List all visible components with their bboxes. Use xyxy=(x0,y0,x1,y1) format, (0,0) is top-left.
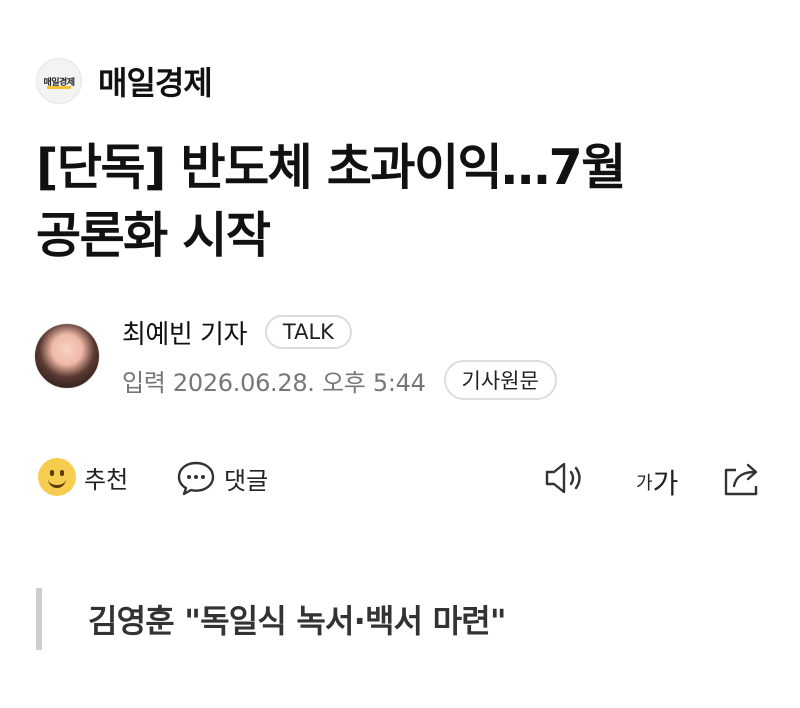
article-actions: 추천 댓글 가가 xyxy=(38,458,768,508)
share-icon xyxy=(724,463,758,496)
font-size-small-label: 가 xyxy=(636,473,653,494)
press-logo[interactable]: 매일경제 xyxy=(36,58,82,104)
reporter-avatar[interactable] xyxy=(34,323,100,389)
reporter-info: 최예빈 기자 TALK 입력 2026.06.28. 오후 5:44 기사원문 xyxy=(34,312,557,400)
font-size-button[interactable]: 가가 xyxy=(636,462,678,502)
tts-button[interactable] xyxy=(542,458,588,498)
headline-line-1: [단독] 반도체 초과이익…7월 xyxy=(36,139,626,196)
reporter-name[interactable]: 최예빈 기자 xyxy=(122,314,247,351)
press-header: 매일경제 매일경제 xyxy=(36,58,213,104)
press-name[interactable]: 매일경제 xyxy=(98,58,213,104)
press-logo-text: 매일경제 xyxy=(43,77,75,88)
font-size-large-label: 가 xyxy=(652,467,679,500)
article-subheadline: 김영훈 "독일식 녹서·백서 마련" xyxy=(36,588,507,650)
original-article-button[interactable]: 기사원문 xyxy=(443,360,557,400)
speaker-icon xyxy=(545,462,581,494)
share-button[interactable] xyxy=(720,458,764,498)
recommend-button[interactable]: 추천 xyxy=(38,458,128,496)
headline-line-2: 공론화 시작 xyxy=(36,207,271,264)
smile-icon xyxy=(38,458,76,496)
talk-button[interactable]: TALK xyxy=(264,315,352,349)
comment-button[interactable]: 댓글 xyxy=(176,458,268,498)
recommend-label: 추천 xyxy=(84,465,129,494)
comment-label: 댓글 xyxy=(224,466,269,495)
article-headline: [단독] 반도체 초과이익…7월 공론화 시작 xyxy=(36,134,756,270)
input-date: 입력 2026.06.28. 오후 5:44 xyxy=(122,368,426,397)
comment-icon xyxy=(177,461,215,496)
